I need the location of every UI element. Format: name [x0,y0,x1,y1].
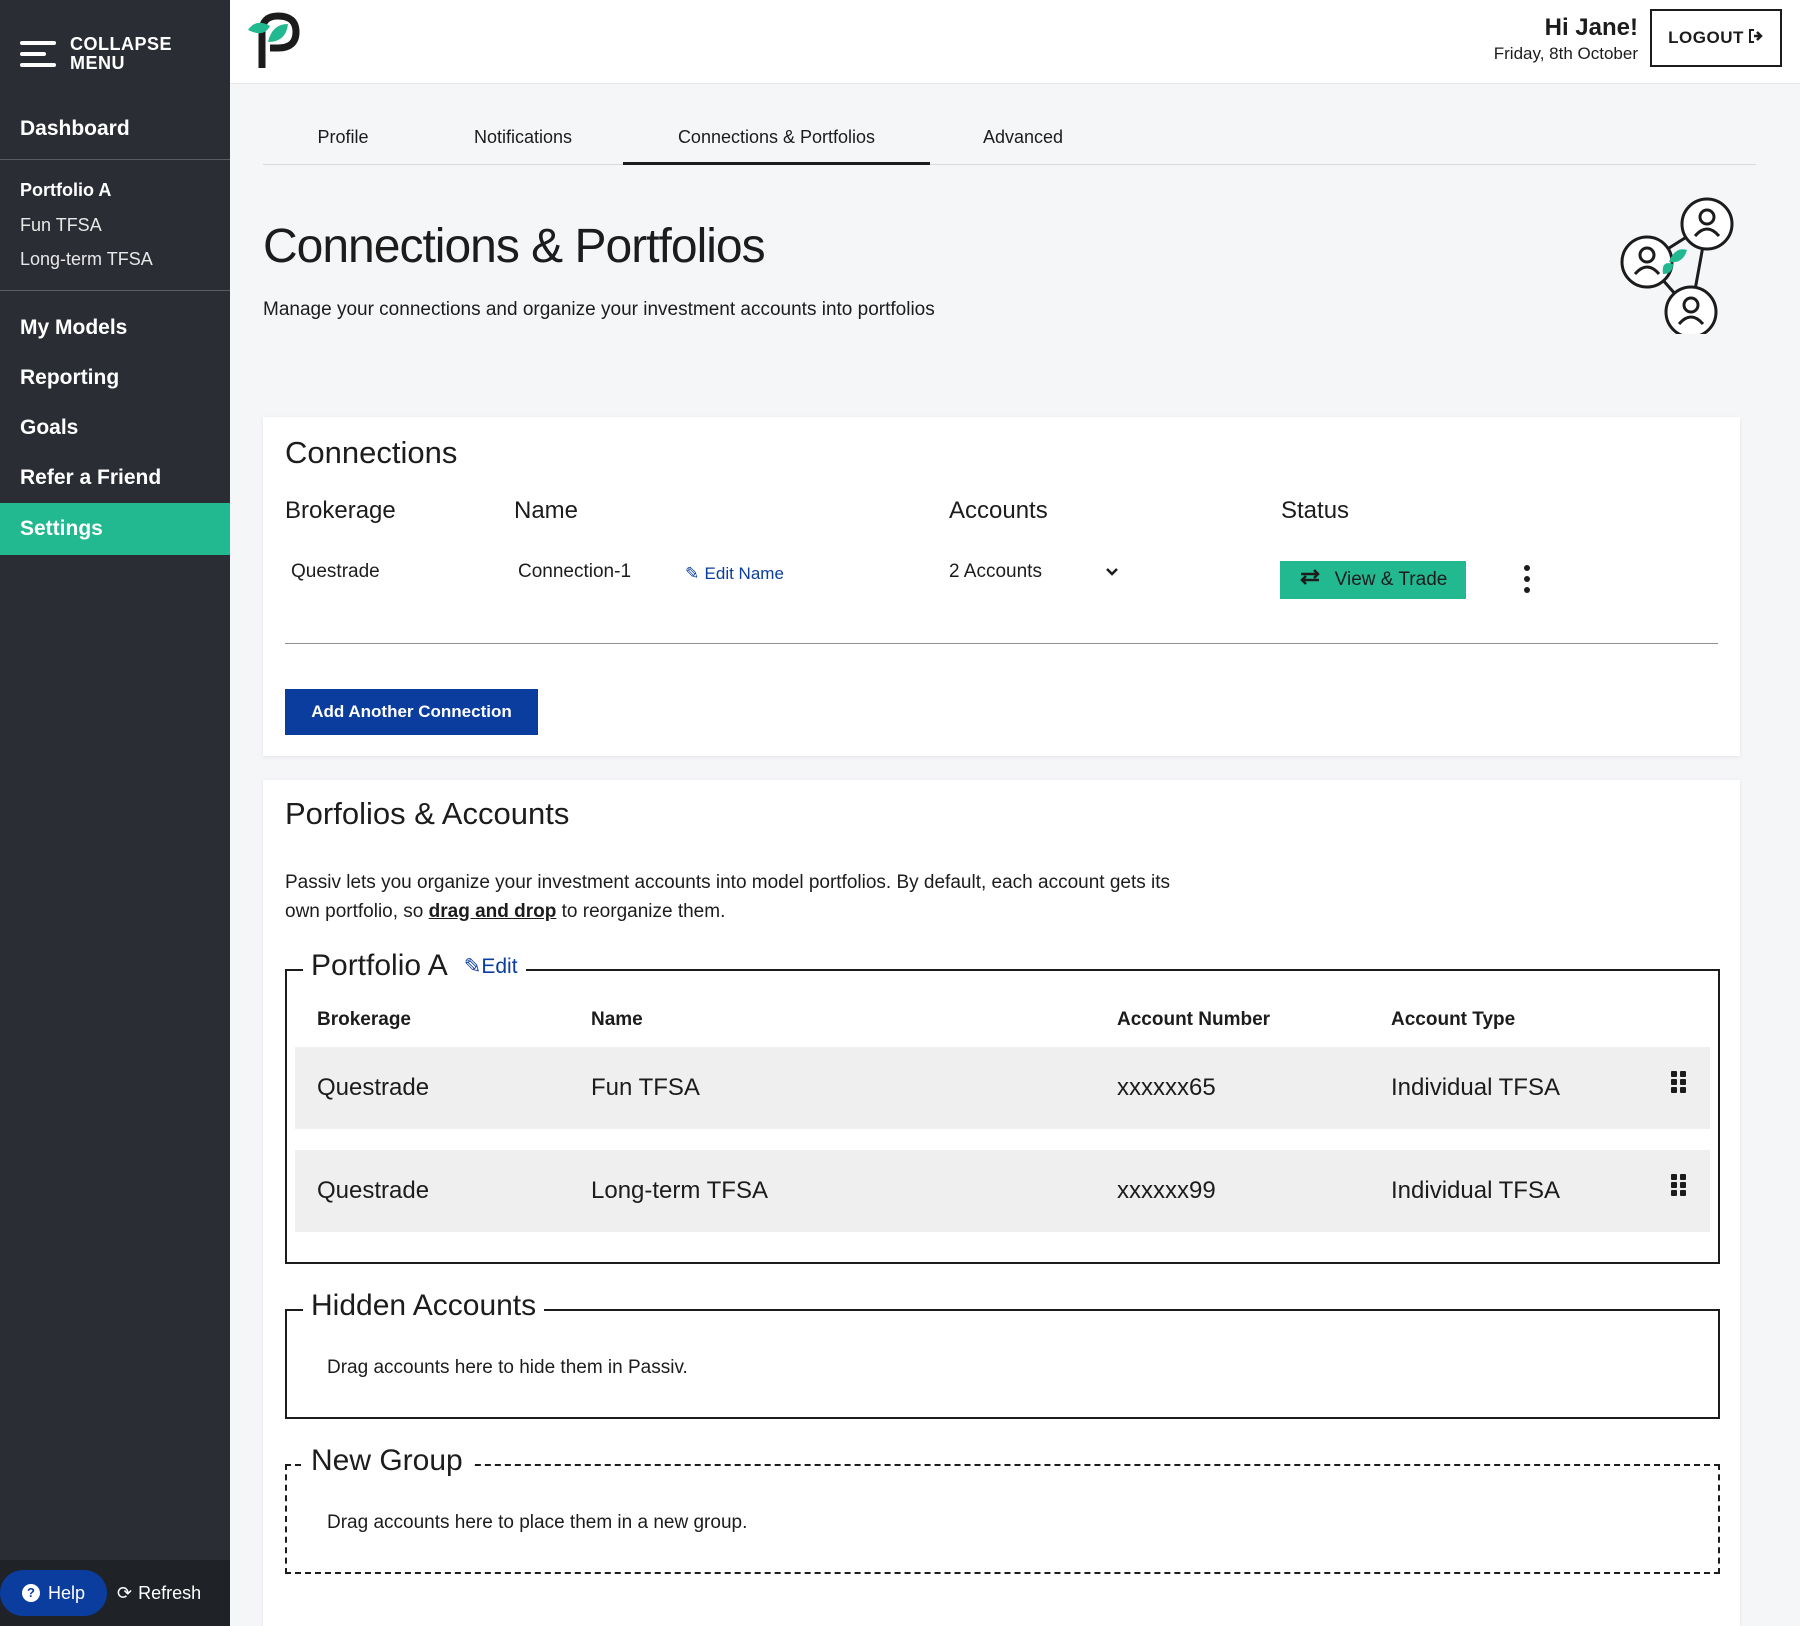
sidebar-footer: ? Help ⟳ Refresh [0,1560,230,1626]
account-number: xxxxxx65 [1117,1074,1216,1101]
header-accounts: Accounts [949,497,1048,524]
portfolios-description: Passiv lets you organize your investment… [285,868,1185,926]
drag-handle-icon[interactable] [1671,1071,1687,1093]
connections-card: Connections Brokerage Name Accounts Stat… [263,417,1740,756]
account-type: Individual TFSA [1391,1177,1560,1204]
passiv-logo[interactable] [242,10,302,77]
tab-notifications[interactable]: Notifications [423,110,623,165]
hidden-accounts-dropzone[interactable]: Hidden Accounts Drag accounts here to hi… [285,1289,1720,1419]
header-name: Name [514,497,579,524]
sidebar-item-goals[interactable]: Goals [0,403,230,453]
portfolios-card: Porfolios & Accounts Passiv lets you org… [263,780,1740,1626]
accounts-dropdown[interactable]: 2 Accounts [949,555,1119,589]
edit-name-link[interactable]: ✎ Edit Name [685,563,784,585]
greeting-block: Hi Jane! Friday, 8th October [1494,14,1638,64]
account-row[interactable]: Questrade Long-term TFSA xxxxxx99 Indivi… [295,1150,1710,1232]
refresh-icon: ⟳ [117,1582,133,1603]
help-button[interactable]: ? Help [0,1570,108,1616]
accounts-count: 2 Accounts [949,561,1042,582]
logout-button[interactable]: LOGOUT [1650,9,1782,67]
account-name: Long-term TFSA [591,1177,768,1204]
account-name: Fun TFSA [591,1074,700,1101]
logout-label: LOGOUT [1668,28,1744,47]
collapse-menu-label: COLLAPSE MENU [70,34,173,73]
main-content: Profile Notifications Connections & Port… [230,84,1800,1626]
account-number: xxxxxx99 [1117,1177,1216,1204]
sidebar-item-portfolio-a[interactable]: Portfolio A [0,172,230,208]
chevron-down-icon [1105,561,1119,583]
drag-handle-icon[interactable] [1671,1174,1687,1196]
hamburger-icon [20,41,56,67]
tab-connections-portfolios[interactable]: Connections & Portfolios [623,110,930,165]
sidebar-item-fun-tfsa[interactable]: Fun TFSA [0,208,230,242]
pencil-icon: ✎ [685,564,700,583]
pencil-icon: ✎ [463,954,482,978]
col-account-type: Account Type [1391,1009,1516,1030]
hidden-accounts-title: Hidden Accounts [303,1289,545,1323]
account-type: Individual TFSA [1391,1074,1560,1101]
logout-icon [1748,28,1764,48]
refresh-label: Refresh [138,1582,202,1603]
view-trade-label: View & Trade [1334,569,1448,590]
col-name: Name [591,1009,643,1030]
help-label: Help [48,1582,86,1603]
sidebar-portfolio-group: Portfolio A Fun TFSA Long-term TFSA [0,160,230,291]
sidebar-item-my-models[interactable]: My Models [0,303,230,353]
top-bar: Hi Jane! Friday, 8th October LOGOUT [230,0,1800,84]
connections-title: Connections [285,435,458,470]
new-group-dropzone[interactable]: New Group Drag accounts here to place th… [285,1444,1720,1574]
portfolio-edit-label: Edit [481,954,518,978]
sidebar-item-dashboard[interactable]: Dashboard [0,98,230,160]
page-title: Connections & Portfolios [263,220,766,273]
new-group-hint: Drag accounts here to place them in a ne… [327,1512,748,1533]
portfolio-group-name: Portfolio A [311,949,448,982]
sidebar-item-refer-a-friend[interactable]: Refer a Friend [0,453,230,503]
view-trade-button[interactable]: View & Trade [1280,561,1466,599]
tab-advanced[interactable]: Advanced [930,110,1116,165]
connections-illustration-icon [1605,194,1750,339]
col-account-number: Account Number [1117,1009,1271,1030]
portfolio-group-box: Portfolio A ✎Edit Brokerage Name Account… [285,949,1720,1264]
header-brokerage: Brokerage [285,497,396,524]
portfolios-title: Porfolios & Accounts [285,796,570,831]
current-date: Friday, 8th October [1493,44,1638,63]
account-row[interactable]: Questrade Fun TFSA xxxxxx65 Individual T… [295,1047,1710,1129]
portfolio-group-legend: Portfolio A ✎Edit [303,949,526,983]
collapse-menu-button[interactable]: COLLAPSE MENU [0,0,230,88]
sidebar-item-long-term-tfsa[interactable]: Long-term TFSA [0,242,230,276]
description-text-2: to reorganize them. [556,901,726,922]
new-group-title: New Group [303,1444,471,1478]
drag-and-drop-text: drag and drop [428,901,557,922]
account-brokerage: Questrade [317,1177,430,1204]
edit-name-label: Edit Name [704,564,784,583]
greeting-text: Hi Jane! [1544,14,1638,41]
account-brokerage: Questrade [317,1074,430,1101]
page-subtitle: Manage your connections and organize you… [263,299,935,320]
help-icon: ? [22,1584,40,1602]
settings-tabs: Profile Notifications Connections & Port… [263,110,1756,165]
portfolio-edit-link[interactable]: ✎Edit [464,954,518,979]
sidebar-item-reporting[interactable]: Reporting [0,353,230,403]
sidebar: COLLAPSE MENU Dashboard Portfolio A Fun … [0,0,230,1626]
col-brokerage: Brokerage [317,1009,411,1030]
sidebar-item-settings[interactable]: Settings [0,503,230,555]
header-status: Status [1281,497,1350,524]
connection-name: Connection-1 [518,561,632,582]
swap-arrows-icon [1299,569,1321,591]
description-text-1: Passiv lets you organize your investment… [285,872,1171,922]
connection-brokerage: Questrade [291,561,380,582]
hidden-accounts-hint: Drag accounts here to hide them in Passi… [327,1357,688,1378]
add-another-connection-button[interactable]: Add Another Connection [285,689,538,735]
refresh-button[interactable]: ⟳ Refresh [117,1583,201,1604]
more-options-icon[interactable] [1521,565,1533,593]
tab-profile[interactable]: Profile [263,110,423,165]
connections-divider [285,643,1718,644]
